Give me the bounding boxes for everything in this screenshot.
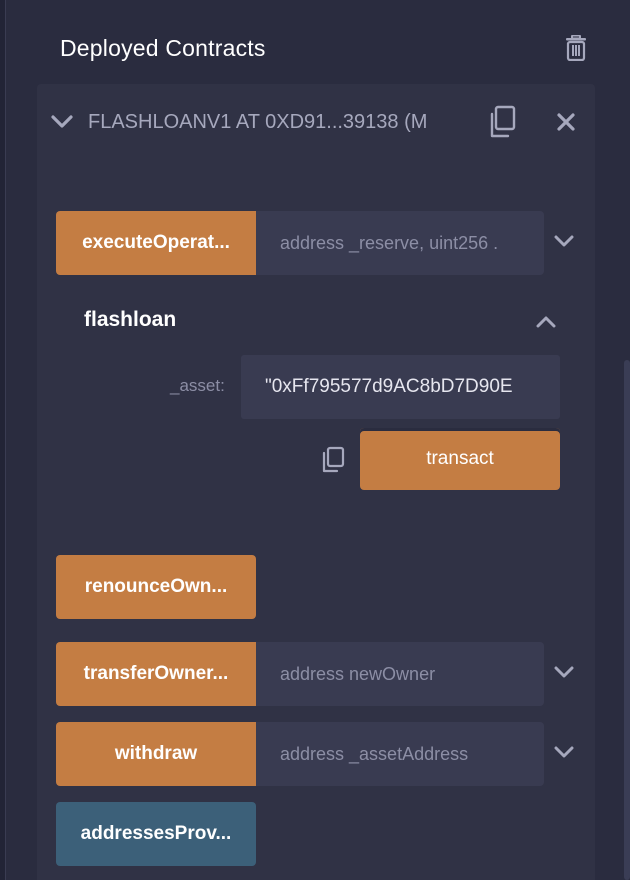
trash-icon[interactable] bbox=[562, 34, 590, 62]
copy-icon[interactable] bbox=[486, 105, 518, 139]
renounce-ownership-row: renounceOwn... bbox=[56, 555, 256, 619]
copy-icon[interactable] bbox=[320, 446, 346, 474]
scrollbar[interactable] bbox=[624, 360, 630, 880]
close-icon[interactable] bbox=[552, 108, 580, 136]
transfer-ownership-row: transferOwner... address newOwner bbox=[56, 642, 544, 706]
transact-button[interactable]: transact bbox=[360, 428, 560, 490]
page-title: Deployed Contracts bbox=[60, 34, 266, 61]
chevron-up-icon[interactable] bbox=[534, 310, 558, 334]
addresses-provider-row: addressesProv... bbox=[56, 802, 256, 866]
contract-name: FLASHLOANV1 AT 0XD91...39138 (M bbox=[88, 110, 428, 133]
chevron-down-icon[interactable] bbox=[552, 229, 576, 253]
execute-operation-row: executeOperat... address _reserve, uint2… bbox=[56, 211, 544, 275]
flashloan-title: flashloan bbox=[84, 308, 177, 331]
asset-param-label: _asset: bbox=[170, 376, 225, 395]
addresses-provider-button[interactable]: addressesProv... bbox=[56, 802, 256, 866]
renounce-ownership-button[interactable]: renounceOwn... bbox=[56, 555, 256, 619]
chevron-down-icon[interactable] bbox=[552, 740, 576, 764]
withdraw-button[interactable]: withdraw bbox=[56, 722, 256, 786]
contract-header: FLASHLOANV1 AT 0XD91...39138 (M bbox=[48, 102, 588, 142]
execute-operation-button[interactable]: executeOperat... bbox=[56, 211, 256, 275]
withdraw-input[interactable]: address _assetAddress bbox=[256, 722, 544, 786]
chevron-down-icon[interactable] bbox=[48, 108, 76, 136]
deployed-contracts-header: Deployed Contracts bbox=[60, 30, 590, 66]
transfer-ownership-input[interactable]: address newOwner bbox=[256, 642, 544, 706]
left-border bbox=[0, 0, 6, 880]
asset-param-input[interactable]: "0xFf795577d9AC8bD7D90E bbox=[241, 355, 560, 419]
withdraw-row: withdraw address _assetAddress bbox=[56, 722, 544, 786]
execute-operation-input[interactable]: address _reserve, uint256 . bbox=[256, 211, 544, 275]
chevron-down-icon[interactable] bbox=[552, 660, 576, 684]
transfer-ownership-button[interactable]: transferOwner... bbox=[56, 642, 256, 706]
